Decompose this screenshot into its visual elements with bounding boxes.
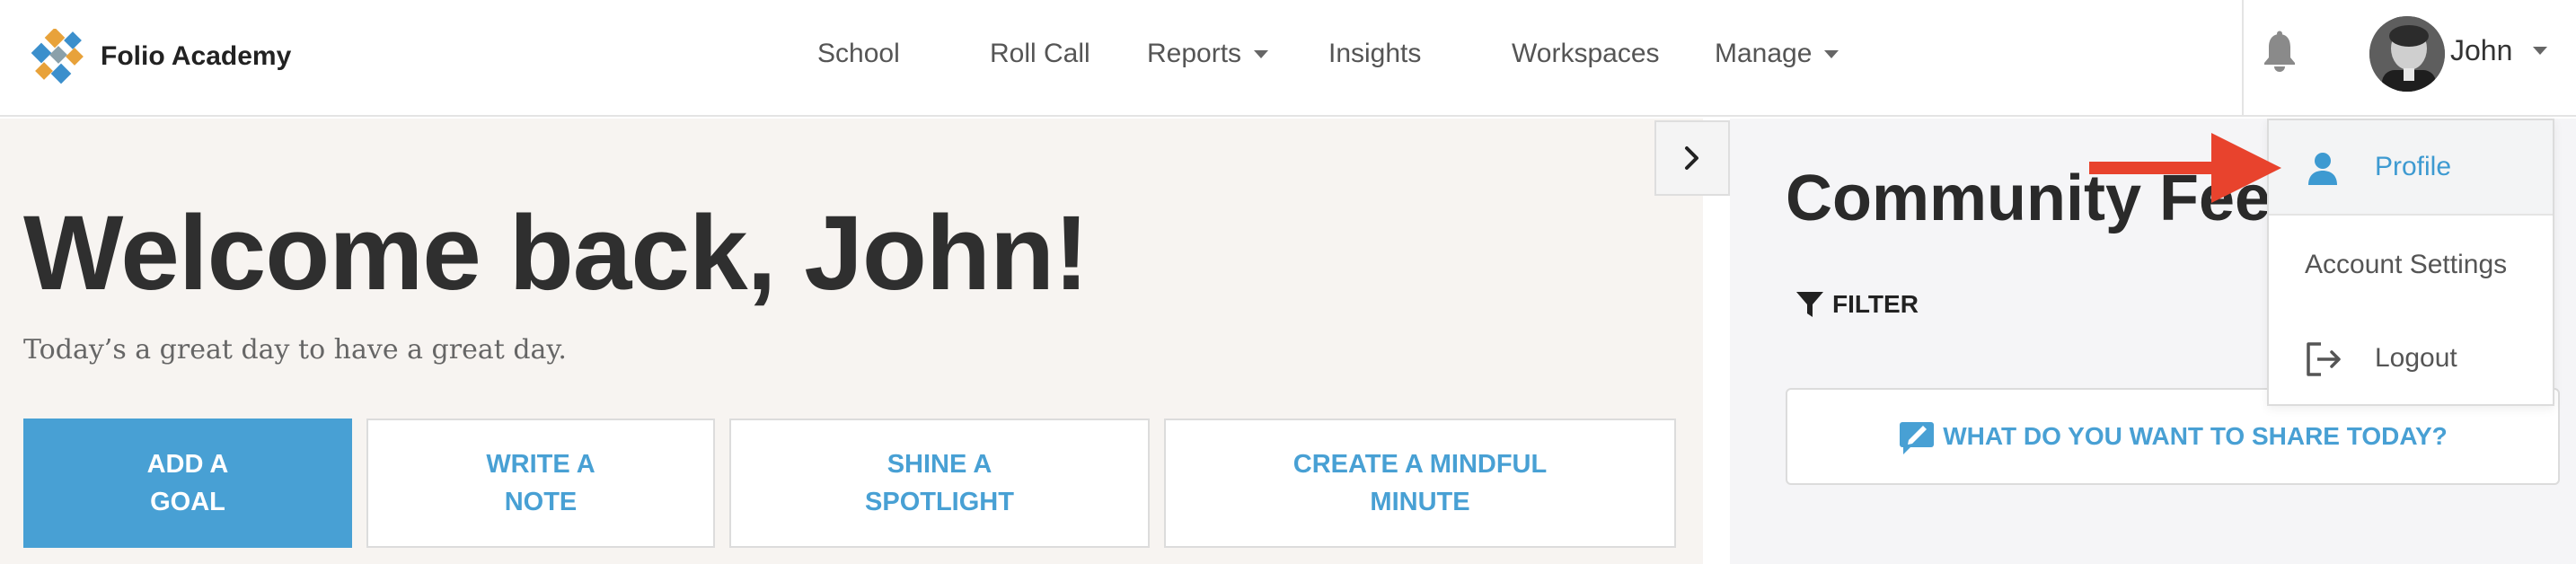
nav-item-label: Roll Call [990,39,1090,68]
action-label: Create a Mindful Minute [1292,450,1548,516]
logout-icon [2307,342,2341,376]
avatar-portrait-image [2369,16,2445,92]
chevron-right-icon [1685,146,1698,170]
tagline: Today’s a great day to have a great day. [23,334,567,366]
menu-item-profile[interactable]: Profile [2269,120,2553,216]
user-dropdown-menu: Profile Account Settings Logout [2267,119,2554,406]
main-content: Welcome back, John! Today’s a great day … [0,119,1703,564]
nav-item-workspaces[interactable]: Workspaces [1512,34,1660,74]
add-goal-button[interactable]: Add a Goal [23,419,352,548]
nav-item-reports[interactable]: Reports [1147,34,1269,74]
menu-item-label: Logout [2375,343,2457,373]
menu-item-logout[interactable]: Logout [2269,311,2553,406]
bell-icon[interactable] [2262,31,2298,74]
filter-label: FILTER [1832,290,1919,318]
filter-button[interactable]: FILTER [1795,289,1919,320]
nav-item-label: Reports [1147,39,1242,68]
menu-item-account-settings[interactable]: Account Settings [2269,217,2553,313]
menu-item-label: Profile [2375,152,2452,181]
nav-item-label: School [817,39,900,68]
top-navigation-bar: Folio Academy School Roll Call Reports I… [0,0,2576,117]
action-label: Write a Note [486,450,595,516]
brand-name: Folio Academy [101,41,292,71]
person-icon [2308,153,2337,185]
chevron-down-icon[interactable] [2533,47,2547,55]
panel-toggle-button[interactable] [1654,120,1730,196]
pointer-arrow-icon [2089,133,2281,203]
chevron-down-icon [1254,49,1269,58]
nav-item-label: Workspaces [1512,39,1660,68]
chevron-down-icon [1824,49,1839,58]
compose-icon [1900,422,1935,454]
share-prompt-label: WHAT DO YOU WANT TO SHARE TODAY? [1943,422,2448,450]
nav-item-label: Manage [1715,39,1813,68]
nav-item-label: Insights [1328,39,1422,68]
menu-item-label: Account Settings [2305,250,2508,279]
nav-item-school[interactable]: School [817,34,900,74]
page-title: Welcome back, John! [23,194,1089,313]
nav-item-manage[interactable]: Manage [1715,34,1839,74]
create-mindful-minute-button[interactable]: Create a Mindful Minute [1164,419,1676,548]
write-note-button[interactable]: Write a Note [366,419,715,548]
nav-item-roll-call[interactable]: Roll Call [990,34,1090,74]
filter-icon [1796,292,1823,317]
topbar-divider [2242,0,2244,117]
nav-item-insights[interactable]: Insights [1328,34,1421,74]
action-label: Add a Goal [146,450,229,516]
shine-spotlight-button[interactable]: Shine a Spotlight [729,419,1150,548]
action-label: Shine a Spotlight [865,450,1014,516]
avatar[interactable] [2369,16,2445,92]
user-name[interactable]: John [2450,34,2512,67]
folio-academy-logo-icon [31,29,84,84]
brand[interactable]: Folio Academy [31,27,291,86]
